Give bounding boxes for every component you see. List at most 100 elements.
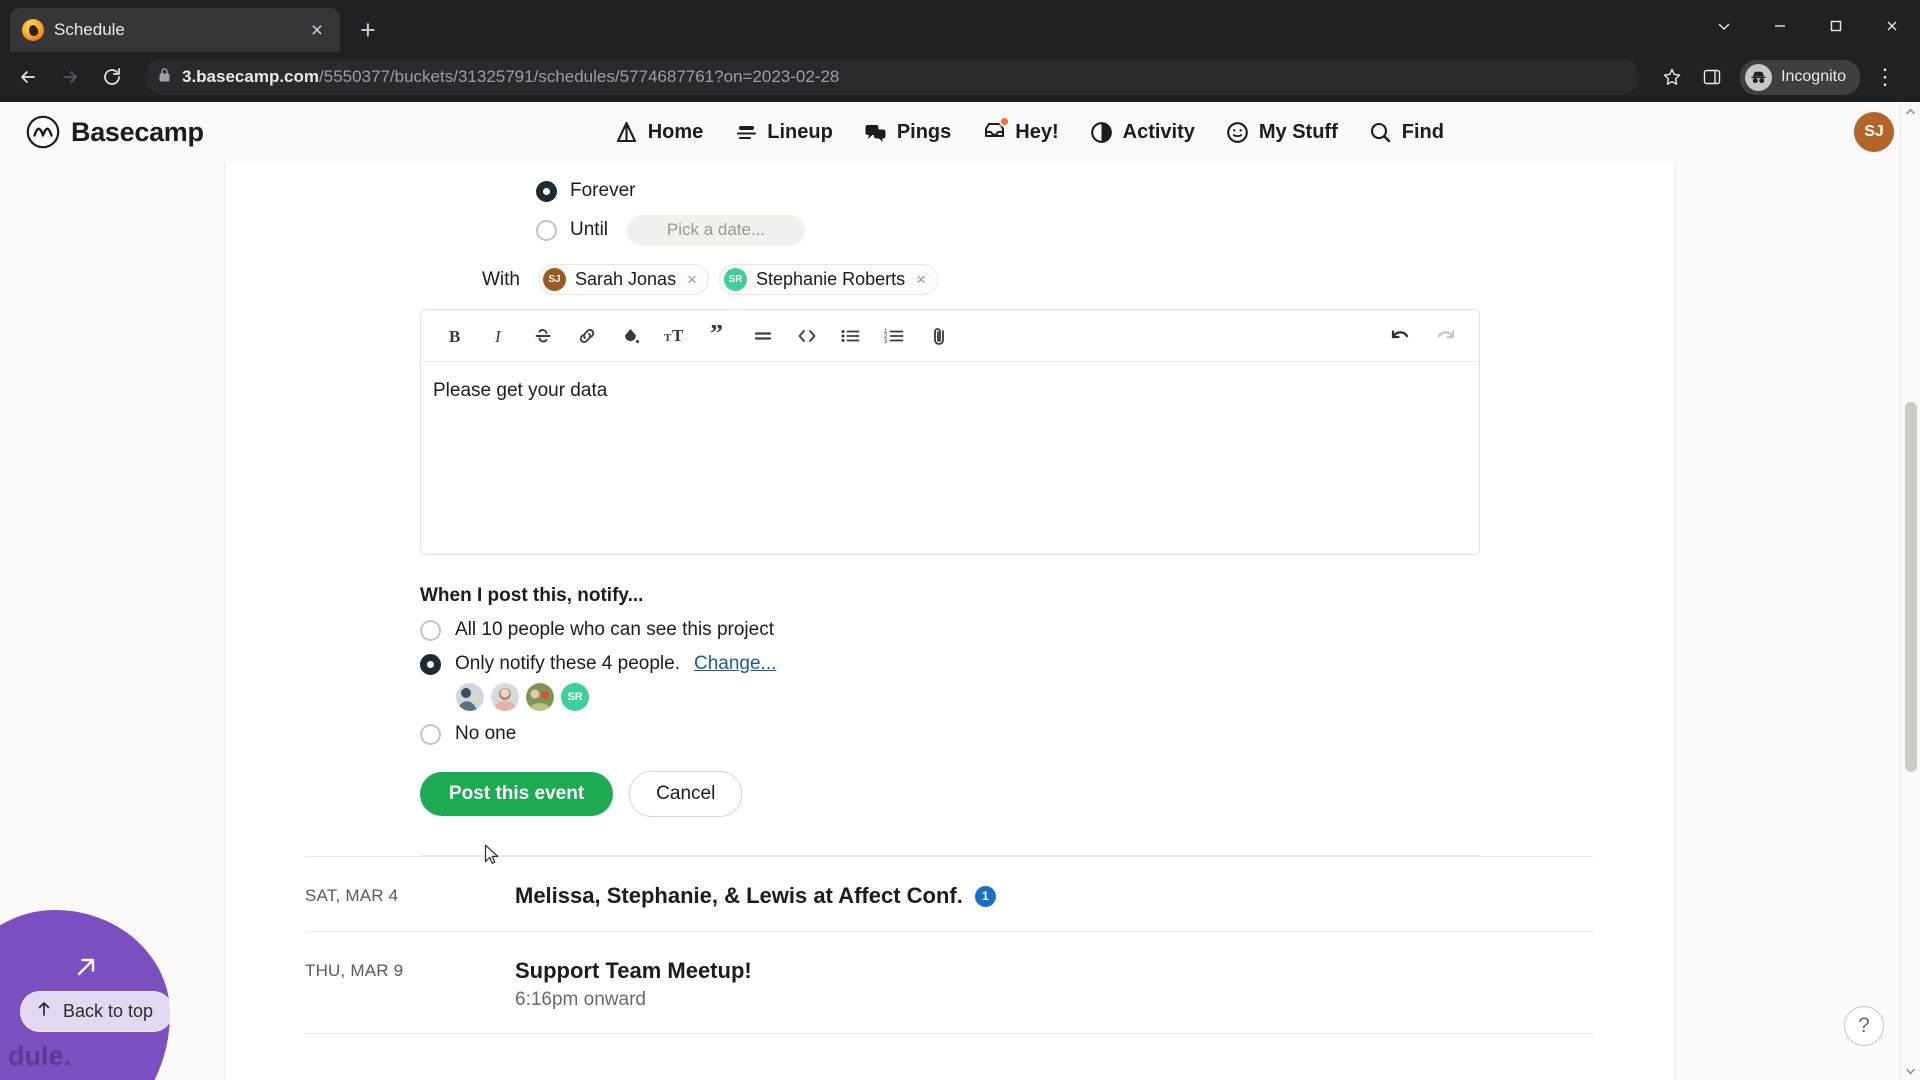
reload-icon[interactable] [94, 59, 130, 95]
quote-icon[interactable]: ” [699, 316, 739, 356]
home-tent-icon [614, 119, 640, 145]
page-scrollbar[interactable] [1900, 102, 1920, 1080]
notify-option-all[interactable]: All 10 people who can see this project [420, 619, 1480, 641]
avatar[interactable] [456, 683, 484, 711]
svg-text:B: B [449, 327, 460, 346]
url-path: /5550377/buckets/31325791/schedules/5774… [319, 67, 840, 86]
window-controls [1696, 0, 1920, 52]
scrollbar-thumb[interactable] [1905, 402, 1917, 772]
event-title-wrap[interactable]: Melissa, Stephanie, & Lewis at Affect Co… [515, 883, 1595, 909]
person-chip[interactable]: SJ Sarah Jonas × [538, 264, 710, 295]
until-date-picker[interactable]: Pick a date... [627, 214, 806, 246]
nav-item-hey[interactable]: Hey! [981, 116, 1059, 145]
nav-item-lineup[interactable]: Lineup [733, 119, 833, 145]
nav-item-home[interactable]: Home [614, 119, 704, 145]
event-title: Support Team Meetup! [515, 958, 752, 983]
bold-icon[interactable]: B [435, 316, 475, 356]
post-event-button[interactable]: Post this event [420, 772, 614, 816]
event-title-wrap[interactable]: Support Team Meetup! [515, 958, 1595, 984]
code-icon[interactable] [787, 316, 827, 356]
bullet-list-icon[interactable] [831, 316, 871, 356]
radio-forever[interactable] [536, 180, 557, 202]
nav-label: Lineup [767, 120, 833, 143]
new-tab-button[interactable]: + [360, 17, 376, 44]
lock-icon [158, 67, 171, 88]
nav-label: My Stuff [1258, 120, 1338, 143]
toolbar-right: Incognito ⋮ [1654, 59, 1910, 95]
scroll-down-arrow[interactable] [1901, 1062, 1920, 1080]
form-actions: Post this event Cancel [420, 771, 1480, 817]
forward-arrow-icon[interactable] [52, 59, 88, 95]
redo-icon[interactable] [1425, 316, 1465, 356]
person-chip[interactable]: SR Stephanie Roberts × [719, 264, 939, 295]
help-button[interactable]: ? [1844, 1006, 1884, 1046]
smiley-face-icon [1225, 119, 1251, 145]
notify-option-none[interactable]: No one [420, 723, 1480, 745]
svg-text:”: ” [710, 325, 723, 347]
comment-count-badge: 1 [974, 885, 996, 907]
avatar[interactable] [526, 683, 554, 711]
divider-icon[interactable] [743, 316, 783, 356]
chevron-down-icon[interactable] [1696, 0, 1752, 52]
radio-notify-none[interactable] [420, 723, 441, 745]
scroll-up-arrow[interactable] [1901, 102, 1920, 120]
event-row[interactable]: SAT, MAR 4 Melissa, Stephanie, & Lewis a… [305, 856, 1595, 932]
incognito-label: Incognito [1781, 68, 1846, 85]
browser-menu-icon[interactable]: ⋮ [1864, 66, 1906, 88]
change-recipients-link[interactable]: Change... [694, 653, 776, 675]
avatar[interactable] [491, 683, 519, 711]
minimize-icon[interactable] [1752, 0, 1808, 52]
avatar: SJ [543, 268, 566, 291]
remove-person-icon[interactable]: × [916, 270, 926, 290]
browser-tab[interactable]: Schedule × [10, 8, 340, 52]
heading-icon[interactable]: T T [655, 316, 695, 356]
radio-notify-some[interactable] [420, 653, 441, 675]
window-close-icon[interactable] [1864, 0, 1920, 52]
event-body: Support Team Meetup! 6:16pm onward [515, 958, 1595, 1011]
search-magnifier-icon [1368, 119, 1394, 145]
radio-notify-all[interactable] [420, 619, 441, 641]
svg-text:T: T [672, 326, 684, 345]
strikethrough-icon[interactable] [523, 316, 563, 356]
highlight-icon[interactable] [611, 316, 651, 356]
avatar-initials[interactable]: SR [561, 683, 589, 711]
undo-icon[interactable] [1381, 316, 1421, 356]
notify-option-some[interactable]: Only notify these 4 people. Change... [420, 653, 1480, 675]
repeat-option-forever[interactable]: Forever [420, 174, 1480, 208]
nav-item-my-stuff[interactable]: My Stuff [1225, 119, 1338, 145]
nav-item-pings[interactable]: Pings [863, 119, 951, 145]
italic-icon[interactable]: I [479, 316, 519, 356]
url-text: 3.basecamp.com/5550377/buckets/31325791/… [182, 67, 839, 87]
nav-item-find[interactable]: Find [1368, 119, 1444, 145]
inbox-tray-icon [981, 116, 1011, 145]
editor-text-area[interactable]: Please get your data [421, 362, 1479, 554]
incognito-profile-button[interactable]: Incognito [1740, 59, 1860, 95]
svg-text:I: I [494, 327, 502, 346]
nav-item-activity[interactable]: Activity [1089, 119, 1195, 145]
event-row[interactable]: THU, MAR 9 Support Team Meetup! 6:16pm o… [305, 932, 1595, 1034]
notify-label: All 10 people who can see this project [455, 619, 774, 640]
link-icon[interactable] [567, 316, 607, 356]
close-icon[interactable]: × [306, 20, 328, 41]
nav-label: Home [647, 120, 704, 143]
browser-toolbar: 3.basecamp.com/5550377/buckets/31325791/… [0, 52, 1920, 102]
user-avatar[interactable]: SJ [1853, 112, 1894, 152]
back-arrow-icon[interactable] [10, 59, 46, 95]
address-bar[interactable]: 3.basecamp.com/5550377/buckets/31325791/… [144, 59, 1641, 95]
radio-until[interactable] [536, 219, 557, 241]
remove-person-icon[interactable]: × [687, 270, 697, 290]
maximize-icon[interactable] [1808, 0, 1864, 52]
basecamp-logo[interactable]: Basecamp [26, 115, 204, 149]
back-to-top-button[interactable]: Back to top [20, 991, 174, 1032]
side-panel-icon[interactable] [1694, 59, 1730, 95]
numbered-list-icon[interactable]: 1 2 3 [875, 316, 915, 356]
cancel-button[interactable]: Cancel [629, 771, 743, 817]
nav-label: Find [1401, 120, 1444, 143]
avatar: SR [724, 268, 748, 291]
web-page: Basecamp Home Lineup Pings Hey! Activity… [0, 102, 1920, 1080]
repeat-option-until[interactable]: Until Pick a date... [420, 208, 1480, 252]
app-nav: Home Lineup Pings Hey! Activity My Stuff… [614, 116, 1444, 145]
attachment-paperclip-icon[interactable] [919, 316, 959, 356]
star-icon[interactable] [1654, 59, 1690, 95]
chat-bubbles-icon [863, 119, 889, 145]
